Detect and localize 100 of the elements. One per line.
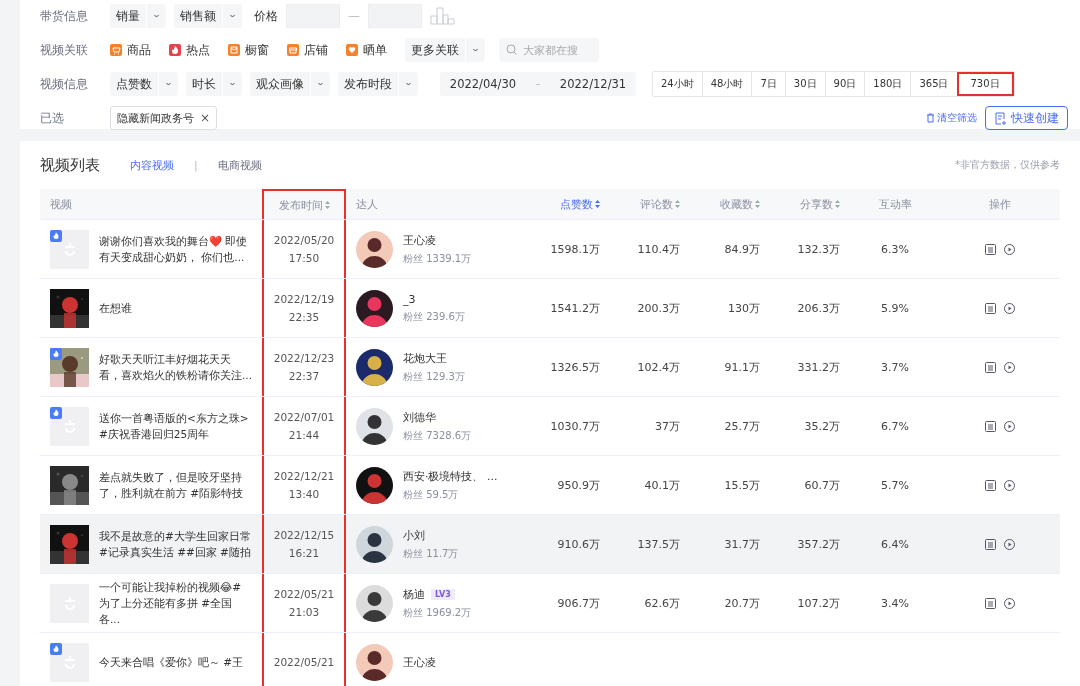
creator-name[interactable]: 小刘 [403, 527, 425, 543]
filter-dropdown[interactable]: 更多关联 [405, 38, 485, 62]
disclaimer-note: *非官方数据，仅供参考 [955, 158, 1060, 172]
table-cell: 84.9万 [724, 241, 760, 257]
table-row[interactable]: 送你一首粤语版的<东方之珠> #庆祝香港回归25周年 2022/07/01 21:44 刘德华 粉丝 7328.6万 1030.7万 37万 25.7万 35.2万 6.7% [40, 397, 1060, 456]
follower-count: 粉丝 11.7万 [403, 546, 459, 561]
video-title[interactable]: 送你一首粤语版的<东方之珠> #庆祝香港回归25周年 [99, 410, 252, 442]
creator-name[interactable]: 西安·极境特技、 ... [403, 468, 498, 484]
follower-count: 粉丝 1969.2万 [403, 605, 472, 620]
document-icon[interactable] [985, 243, 996, 255]
table-row[interactable]: 好歌天天听江丰好烟花天天看，喜欢焰火的铁粉请你关注... 2022/12/23 22:37 花炮大王 粉丝 129.3万 1326.5万 102.4万 91.1万 331.2万 3.7% [40, 338, 1060, 397]
filter-label: 视频信息 [40, 75, 89, 93]
quick-create-button[interactable]: 快速创建 [985, 106, 1068, 130]
creator-name[interactable]: 王心凌 [403, 654, 436, 670]
document-icon[interactable] [985, 597, 996, 609]
relation-filter[interactable]: 晒单 [346, 41, 397, 59]
creator-name[interactable]: 王心凌 [403, 232, 436, 248]
table-cell: 20.7万 [724, 595, 760, 611]
table-cell: 5.7% [881, 478, 909, 492]
follower-count: 粉丝 59.5万 [403, 487, 460, 502]
video-title[interactable]: 今天来合唱《爱你》吧～ #王 [99, 654, 244, 670]
play-icon[interactable] [1004, 420, 1015, 432]
table-cell: 130万 [728, 300, 760, 316]
table-row[interactable]: 我不是故意的#大学生回家日常 #记录真实生活 ##回家 #随拍 2022/12/15 16:21 小刘 粉丝 11.7万 910.6万 137.5万 31.7万 357.2万 6.4% [40, 515, 1060, 574]
thumbnail-placeholder [50, 406, 89, 446]
play-icon[interactable] [1004, 538, 1015, 550]
play-icon[interactable] [1004, 361, 1015, 373]
search-icon [506, 44, 517, 55]
table-cell: 37万 [655, 418, 680, 434]
follower-count: 粉丝 239.6万 [403, 309, 465, 324]
range-separator: — [348, 9, 360, 23]
thumbnail-placeholder [50, 229, 89, 269]
publish-time: 2022/05/21 21:03 [273, 587, 335, 620]
table-row[interactable]: 在想谁 2022/12/19 22:35 _3 粉丝 239.6万 1541.2万 200.3万 130万 206.3万 5.9% [40, 279, 1060, 338]
video-title[interactable]: 一个可能让我掉粉的视频😂# 为了上分还能有多拼 #全国各... [99, 579, 252, 627]
table-cell: 3.4% [881, 596, 909, 610]
table-row[interactable]: 差点就失败了，但是咬牙坚持了，胜利就在前方 #陌影特技 2022/12/21 13:40 西安·极境特技、 ... 粉丝 59.5万 950.9万 40.1万 15.5万 60.7万 5.7% [40, 456, 1060, 515]
close-icon[interactable]: × [200, 111, 211, 125]
video-title[interactable]: 好歌天天听江丰好烟花天天看，喜欢焰火的铁粉请你关注... [99, 351, 252, 383]
table-cell: 1598.1万 [550, 241, 600, 257]
table-cell: 206.3万 [797, 300, 840, 316]
video-title[interactable]: 差点就失败了，但是咬牙坚持了，胜利就在前方 #陌影特技 [99, 469, 252, 501]
play-icon[interactable] [1004, 479, 1015, 491]
column-header[interactable]: 点赞数 [540, 189, 610, 219]
table-row[interactable]: 谢谢你们喜欢我的舞台❤ 即使有天变成甜心奶奶， 你们也... 2022/05/20 17:50 王心凌 粉丝 1339.1万 1598.1万 110.4万 84.9万 132.3万 6.3% [40, 220, 1060, 279]
video-title[interactable]: 在想谁 [99, 300, 132, 316]
filter-dropdown[interactable]: 销售额 [174, 4, 242, 28]
section-title: 视频列表 [40, 155, 100, 175]
filter-dropdown[interactable]: 观众画像 [250, 72, 330, 96]
clear-filters-link[interactable]: 清空筛选 [926, 111, 977, 125]
table-row[interactable]: 一个可能让我掉粉的视频😂# 为了上分还能有多拼 #全国各... 2022/05/21 21:03 杨迪 LV3 粉丝 1969.2万 906.7万 62.6万 20.7万 107.2万 3.4% [40, 574, 1060, 633]
table-cell: 331.2万 [797, 359, 840, 375]
table-cell: 132.3万 [797, 241, 840, 257]
table-cell: 91.1万 [724, 359, 760, 375]
table-cell: 35.2万 [804, 418, 840, 434]
relation-filter[interactable]: 热点 [169, 41, 220, 59]
filter-dropdown[interactable]: 发布时段 [338, 72, 418, 96]
publish-time: 2022/12/19 22:35 [273, 292, 335, 325]
table-cell: 1541.2万 [550, 300, 600, 316]
table-cell: 31.7万 [724, 536, 760, 552]
list-tab[interactable]: 内容视频 [130, 157, 174, 173]
publish-time: 2022/05/21 [273, 655, 335, 670]
follower-count: 粉丝 1339.1万 [403, 251, 472, 266]
video-title[interactable]: 我不是故意的#大学生回家日常 #记录真实生活 ##回家 #随拍 [99, 528, 252, 560]
filter-label: 视频关联 [40, 41, 89, 59]
document-icon[interactable] [985, 361, 996, 373]
document-icon[interactable] [985, 302, 996, 314]
creator-name[interactable]: _3 [403, 292, 416, 306]
creator-name[interactable]: 花炮大王 [403, 350, 447, 366]
table-cell: 3.7% [881, 360, 909, 374]
tag-label: 隐藏新闻政务号 [117, 110, 194, 126]
date-range-field[interactable]: 2022/04/30 - 2022/12/31 [440, 72, 636, 96]
play-icon[interactable] [1004, 597, 1015, 609]
filter-dropdown[interactable]: 时长 [186, 72, 242, 96]
filter-label: 带货信息 [40, 7, 89, 25]
publish-time: 2022/05/20 17:50 [273, 233, 335, 266]
follower-count: 粉丝 7328.6万 [403, 428, 472, 443]
filter-dropdown[interactable]: 销量 [110, 4, 166, 28]
play-icon[interactable] [1004, 302, 1015, 314]
creator-name[interactable]: 刘德华 [403, 409, 436, 425]
column-header: 操作 [988, 196, 1012, 213]
document-icon[interactable] [985, 538, 996, 550]
list-tab[interactable]: 电商视频 [217, 157, 262, 173]
table-cell: 62.6万 [644, 595, 680, 611]
filter-dropdown[interactable]: 点赞数 [110, 72, 178, 96]
document-icon[interactable] [985, 479, 996, 491]
relation-filter[interactable]: 店铺 [287, 41, 338, 59]
document-plus-icon [994, 111, 1007, 125]
relation-filter[interactable]: 商品 [110, 41, 161, 59]
table-cell: 1030.7万 [550, 418, 600, 434]
video-title[interactable]: 谢谢你们喜欢我的舞台❤ 即使有天变成甜心奶奶， 你们也... [99, 233, 252, 265]
document-icon[interactable] [985, 420, 996, 432]
creator-name[interactable]: 杨迪 [403, 586, 425, 602]
tab-divider: | [194, 158, 198, 172]
table-cell: 950.9万 [557, 477, 600, 493]
play-icon[interactable] [1004, 243, 1015, 255]
relation-filter[interactable]: 橱窗 [228, 41, 279, 59]
time-range-button[interactable]: 730日 [956, 72, 1014, 96]
publish-time: 2022/12/23 22:37 [273, 351, 335, 384]
search-field[interactable]: 大家都在搜 [499, 38, 599, 62]
